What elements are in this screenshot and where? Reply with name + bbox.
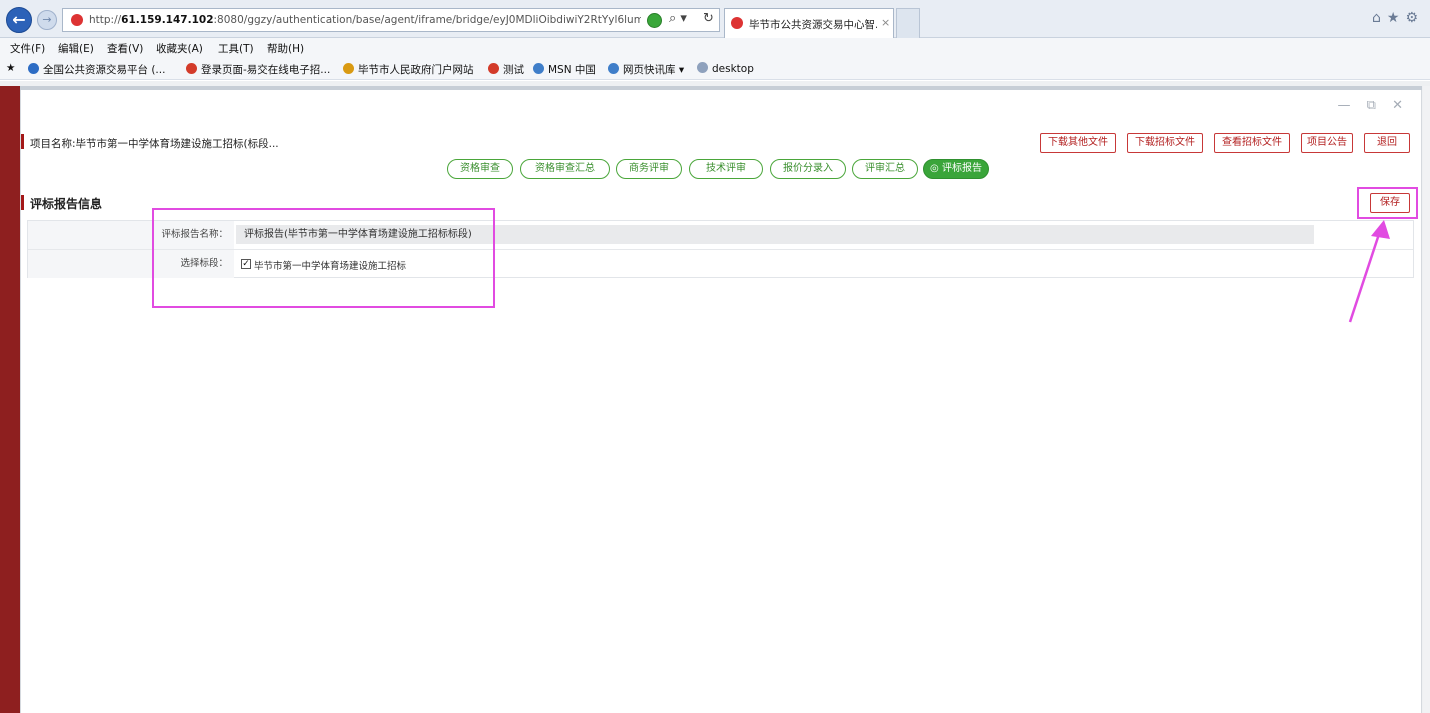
favorites-bar: ★ 全国公共资源交易平台 (... 登录页面-易交在线电子招... 毕节市人民政… xyxy=(0,58,1430,80)
address-bar[interactable]: http://61.159.147.102:8080/ggzy/authenti… xyxy=(62,8,720,32)
back-button[interactable]: ← xyxy=(6,7,32,33)
step-price-entry[interactable]: 报价分录入 xyxy=(770,159,846,179)
right-scroll-strip[interactable] xyxy=(1423,86,1430,713)
favorite-link-1[interactable]: 全国公共资源交易平台 (... xyxy=(28,62,165,77)
section-title: 评标报告信息 xyxy=(30,197,103,211)
refresh-icon[interactable]: ↻ xyxy=(703,11,714,26)
menu-tools[interactable]: 工具(T) xyxy=(218,41,254,56)
favorite-7-icon xyxy=(697,62,708,73)
project-notice-button[interactable]: 项目公告 xyxy=(1301,133,1353,153)
step-business-review[interactable]: 商务评审 xyxy=(616,159,682,179)
menu-view[interactable]: 查看(V) xyxy=(107,41,143,56)
favorite-1-icon xyxy=(28,63,39,74)
new-tab-button[interactable] xyxy=(896,8,920,38)
search-icon[interactable]: ⌕ ▾ xyxy=(669,11,687,26)
favorite-link-3[interactable]: 毕节市人民政府门户网站 xyxy=(343,62,474,77)
favorite-5-label: MSN 中国 xyxy=(548,64,596,76)
site-favicon-icon xyxy=(71,14,83,26)
favorite-4-icon xyxy=(488,63,499,74)
favorite-link-7[interactable]: desktop xyxy=(697,62,754,75)
menu-help[interactable]: 帮助(H) xyxy=(267,41,304,56)
menu-bar: 文件(F) 编辑(E) 查看(V) 收藏夹(A) 工具(T) 帮助(H) xyxy=(0,38,1430,58)
return-button[interactable]: 退回 xyxy=(1364,133,1410,153)
menu-favorites[interactable]: 收藏夹(A) xyxy=(156,41,203,56)
favorite-6-icon xyxy=(608,63,619,74)
left-sidebar-strip xyxy=(0,86,20,713)
project-name: 项目名称:毕节市第一中学体育场建设施工招标(标段... xyxy=(30,138,279,150)
save-highlight-box xyxy=(1357,187,1418,219)
view-tender-file-button[interactable]: 查看招标文件 xyxy=(1214,133,1290,153)
browser-titlebar: ← → http://61.159.147.102:8080/ggzy/auth… xyxy=(0,0,1430,38)
favorite-1-label: 全国公共资源交易平台 (... xyxy=(43,64,166,76)
favorite-3-label: 毕节市人民政府门户网站 xyxy=(358,64,474,76)
favorite-link-6[interactable]: 网页快讯库 ▾ xyxy=(608,62,684,77)
favorite-link-2[interactable]: 登录页面-易交在线电子招... xyxy=(186,62,330,77)
process-steps: 资格审查 资格审查汇总 商务评审 技术评审 报价分录入 评审汇总 ◎ 评标报告 xyxy=(21,159,1421,181)
step-qualification-summary[interactable]: 资格审查汇总 xyxy=(520,159,610,179)
url-path: :8080/ggzy/authentication/base/agent/ifr… xyxy=(213,14,641,26)
download-other-files-button[interactable]: 下载其他文件 xyxy=(1040,133,1116,153)
project-header: 项目名称:毕节市第一中学体育场建设施工招标(标段... 下载其他文件 下载招标文… xyxy=(21,130,1421,156)
compatibility-view-icon[interactable] xyxy=(647,13,662,28)
step-technical-review[interactable]: 技术评审 xyxy=(689,159,763,179)
url-host: 61.159.147.102 xyxy=(121,14,214,26)
home-favorites-tools-icons[interactable]: ⌂★⚙ xyxy=(1372,10,1424,26)
forward-button[interactable]: → xyxy=(37,10,57,30)
url-prefix: http:// xyxy=(89,14,122,26)
menu-edit[interactable]: 编辑(E) xyxy=(58,41,94,56)
favorites-star-icon[interactable]: ★ xyxy=(6,62,15,74)
step-evaluation-report[interactable]: ◎ 评标报告 xyxy=(923,159,989,179)
project-marker xyxy=(21,134,24,149)
step-qualification-review[interactable]: 资格审查 xyxy=(447,159,513,179)
favorite-link-5[interactable]: MSN 中国 xyxy=(533,62,596,77)
form-highlight-box xyxy=(152,208,495,308)
address-url[interactable]: http://61.159.147.102:8080/ggzy/authenti… xyxy=(89,14,641,26)
step-review-summary[interactable]: 评审汇总 xyxy=(852,159,918,179)
tab-favicon-icon xyxy=(731,17,743,29)
tab-title: 毕节市公共资源交易中心智... xyxy=(749,19,877,31)
favorite-2-icon xyxy=(186,63,197,74)
favorite-5-icon xyxy=(533,63,544,74)
browser-tab[interactable]: 毕节市公共资源交易中心智... × xyxy=(724,8,894,38)
evaluation-dialog: — ⧉ ✕ 项目名称:毕节市第一中学体育场建设施工招标(标段... 下载其他文件… xyxy=(20,90,1422,713)
favorite-4-label: 测试 xyxy=(503,64,524,76)
favorite-7-label: desktop xyxy=(712,63,754,75)
download-tender-file-button[interactable]: 下载招标文件 xyxy=(1127,133,1203,153)
favorite-link-4[interactable]: 测试 xyxy=(488,62,524,77)
favorite-6-label: 网页快讯库 ▾ xyxy=(623,64,685,76)
favorite-2-label: 登录页面-易交在线电子招... xyxy=(201,64,331,76)
menu-file[interactable]: 文件(F) xyxy=(10,41,45,56)
favorite-3-icon xyxy=(343,63,354,74)
dialog-window-controls[interactable]: — ⧉ ✕ xyxy=(1338,98,1409,113)
section-marker xyxy=(21,195,24,210)
tab-close-icon[interactable]: × xyxy=(881,16,890,29)
